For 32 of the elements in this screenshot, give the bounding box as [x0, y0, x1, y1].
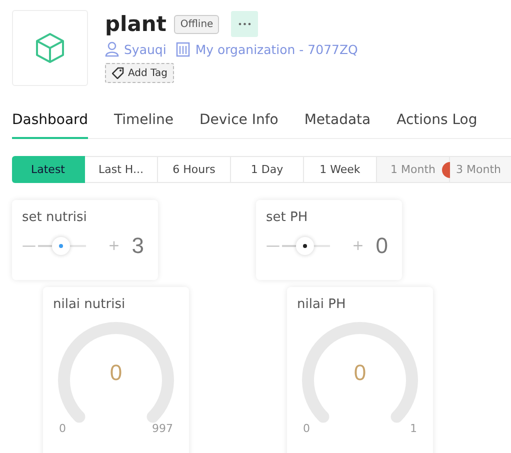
tab[interactable]: Actions Log [396, 108, 478, 138]
tab[interactable]: Metadata [304, 108, 371, 138]
gauge-max-label: 1 [410, 422, 417, 435]
widget-title: set nutrisi [22, 210, 88, 225]
gauge-value: 0 [110, 360, 122, 386]
gauge-max-label: 997 [152, 422, 173, 435]
slider-thumb[interactable] [296, 237, 314, 255]
device-name: plant [105, 12, 166, 36]
time-range-button[interactable]: 1 Day [231, 156, 304, 183]
add-tag-button[interactable]: Add Tag [105, 63, 174, 83]
slider-value: 0 [376, 233, 388, 259]
slider-value: 3 [132, 233, 144, 259]
gauge-value: 0 [354, 360, 366, 386]
tab[interactable]: Dashboard [12, 108, 88, 139]
gauge-min-label: 0 [59, 422, 66, 435]
gauge-min-label: 0 [303, 422, 310, 435]
tab[interactable]: Device Info [200, 108, 278, 138]
time-range-button[interactable]: Last H... [85, 156, 158, 183]
widget-title: nilai nutrisi [53, 297, 126, 312]
status-badge: Offline [174, 14, 220, 34]
user-icon [105, 41, 119, 57]
widget-title: set PH [266, 210, 309, 225]
more-button[interactable]: ••• [231, 11, 258, 37]
time-range-button[interactable]: Latest [12, 156, 85, 183]
time-range-button[interactable]: 6 Hours [158, 156, 231, 183]
time-range-button[interactable]: 1 Week [304, 156, 377, 183]
widget-title: nilai PH [297, 297, 347, 312]
building-icon [176, 41, 190, 57]
cube-icon [35, 32, 65, 64]
tag-icon [112, 67, 124, 79]
slider-thumb[interactable] [52, 237, 70, 255]
tab[interactable]: Timeline [114, 108, 174, 138]
